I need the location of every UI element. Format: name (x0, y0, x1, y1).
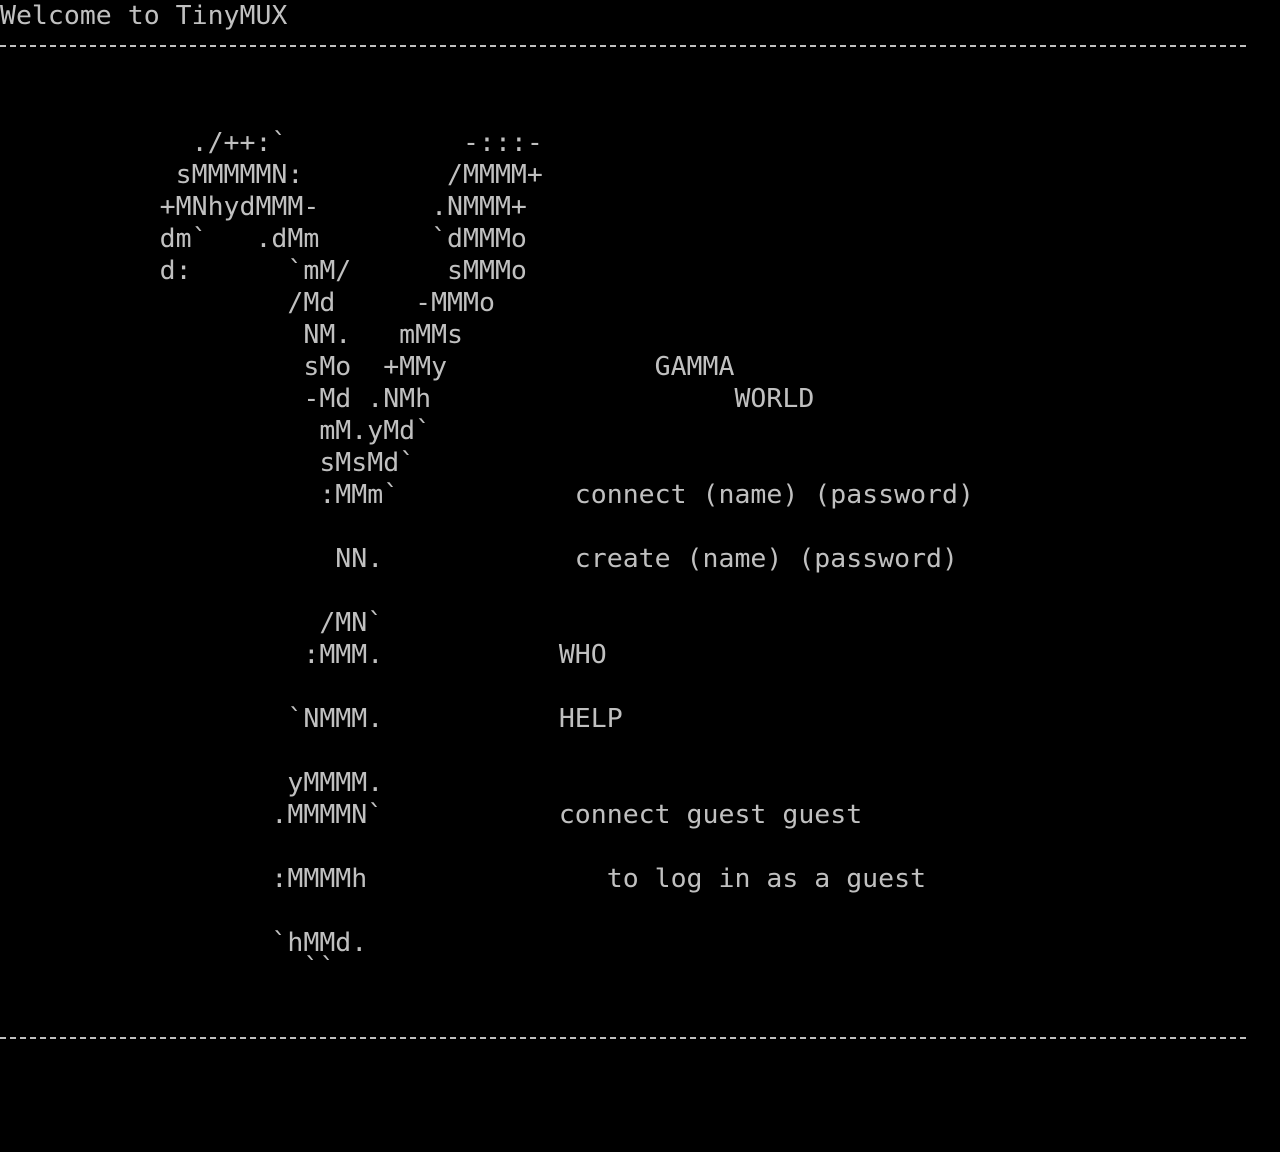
guest-note: :MMMMh to log in as a guest (0, 864, 927, 894)
art-line: NM. mMMs (0, 320, 464, 350)
art-line: +MNhydMMM- .NMMM+ (0, 192, 527, 222)
art-line: sMMMMMN: /MMMM+ (0, 160, 543, 190)
art-line: /MN` (0, 608, 384, 638)
top-separator (0, 45, 1246, 47)
help-instruction: `NMMM. HELP (0, 704, 623, 734)
bottom-separator (0, 1037, 1246, 1039)
create-instruction: NN. create (name) (password) (0, 544, 958, 574)
art-line: ./++:` -:::- (0, 128, 543, 158)
connect-instruction: :MMm` connect (name) (password) (0, 480, 974, 510)
welcome-title: Welcome to TinyMUX (0, 1, 288, 31)
terminal-screen[interactable]: Welcome to TinyMUX ./++:` -:::- sMMMMMN:… (0, 0, 1280, 1152)
art-line: d: `mM/ sMMMo (0, 256, 527, 286)
art-line-world: -Md .NMh WORLD (0, 384, 815, 414)
guest-connect-instruction: .MMMMN` connect guest guest (0, 800, 863, 830)
who-instruction: :MMM. WHO (0, 640, 607, 670)
art-line: /Md -MMMo (0, 288, 495, 318)
art-line: sMsMd` (0, 448, 416, 478)
art-line: `` (0, 953, 336, 983)
art-line-gamma: sMo +MMy GAMMA (0, 352, 735, 382)
art-line: yMMMM. (0, 768, 384, 798)
art-line: mM.yMd` (0, 416, 432, 446)
art-line: dm` .dMm `dMMMo (0, 224, 527, 254)
